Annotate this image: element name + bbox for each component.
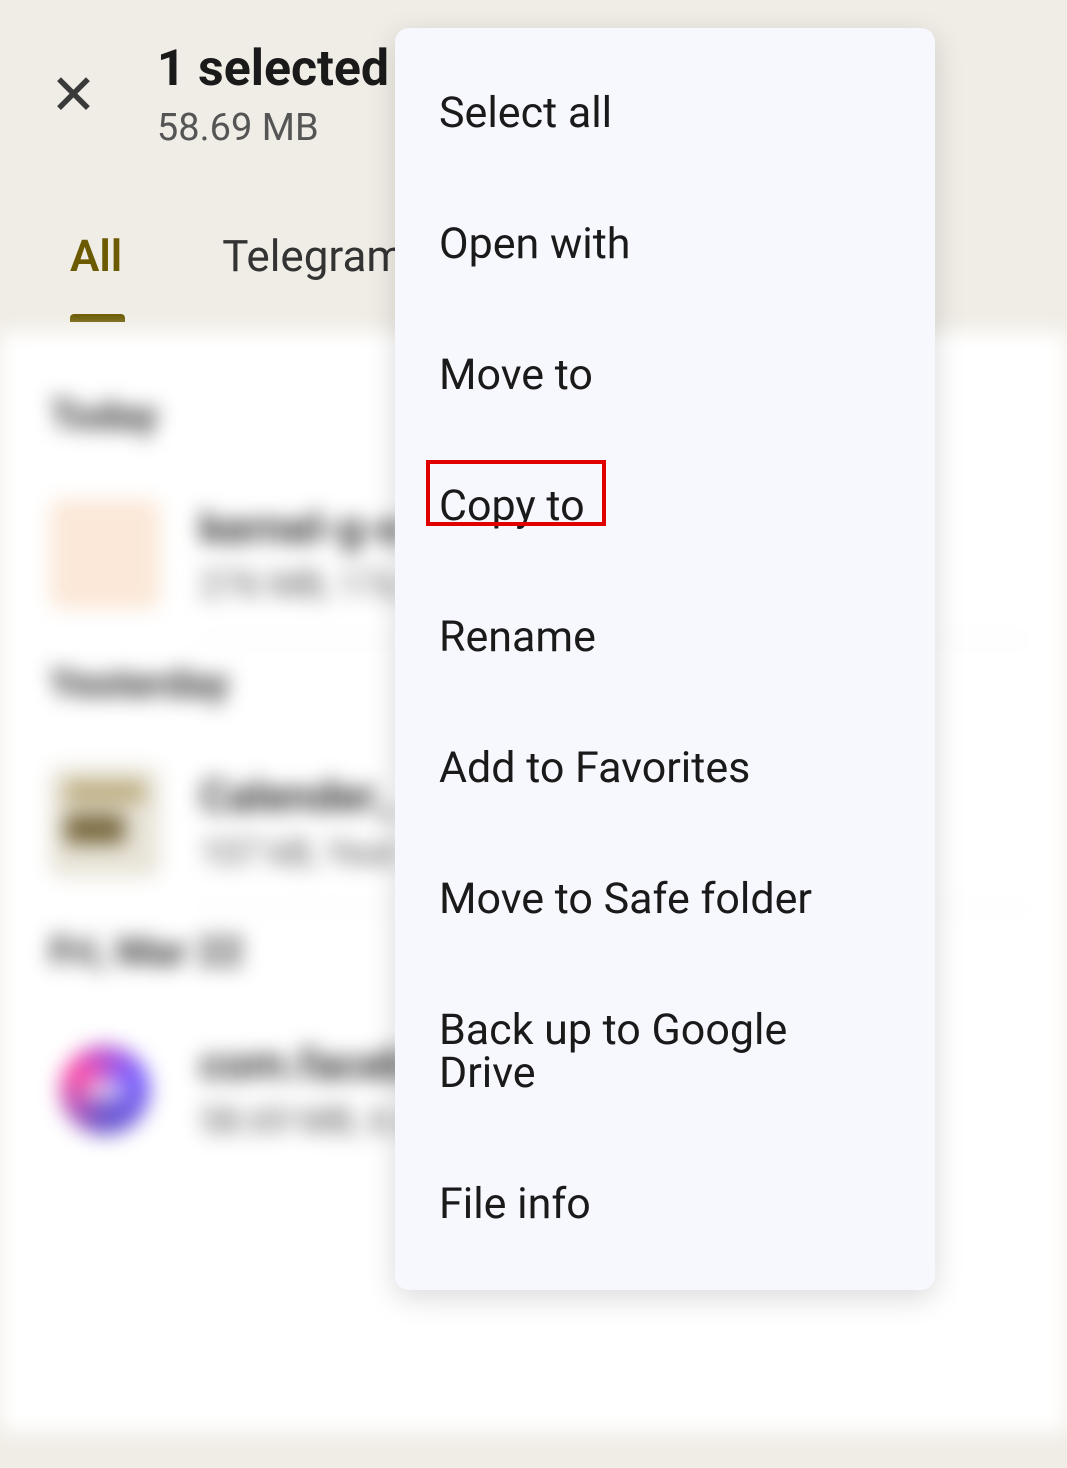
- close-icon[interactable]: ✕: [50, 67, 97, 123]
- context-menu: Select all Open with Move to Copy to Ren…: [395, 28, 935, 1290]
- menu-select-all[interactable]: Select all: [395, 48, 935, 179]
- selection-size: 58.69 MB: [157, 106, 389, 150]
- menu-file-info[interactable]: File info: [395, 1139, 935, 1270]
- menu-move-safe-folder[interactable]: Move to Safe folder: [395, 834, 935, 965]
- menu-open-with[interactable]: Open with: [395, 179, 935, 310]
- file-thumbnail: [50, 499, 160, 609]
- tab-telegram[interactable]: Telegram: [222, 230, 405, 282]
- menu-rename[interactable]: Rename: [395, 572, 935, 703]
- tab-all[interactable]: All: [70, 230, 122, 282]
- menu-add-favorites[interactable]: Add to Favorites: [395, 703, 935, 834]
- menu-move-to[interactable]: Move to: [395, 310, 935, 441]
- file-thumbnail: [50, 767, 160, 877]
- menu-backup-drive[interactable]: Back up to Google Drive: [395, 965, 935, 1139]
- file-thumbnail: [60, 1045, 150, 1135]
- menu-copy-to[interactable]: Copy to: [395, 441, 935, 572]
- header-text: 1 selected 58.69 MB: [157, 40, 389, 150]
- selection-count: 1 selected: [157, 40, 389, 98]
